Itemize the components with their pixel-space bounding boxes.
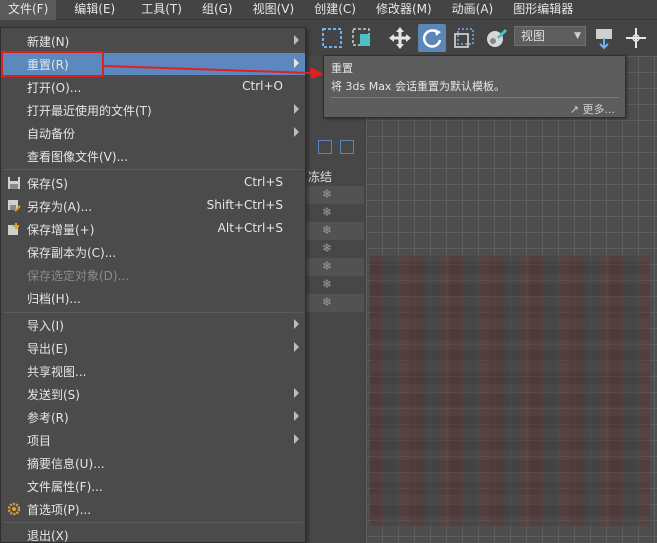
scene-explorer: 冻结 ❄ ❄ ❄ ❄ ❄ ❄ ❄ <box>306 56 364 543</box>
scene-geometry <box>370 256 650 526</box>
menu-item-export[interactable]: 导出(E) <box>1 337 305 359</box>
main-toolbar: 视图 ▼ <box>306 20 657 56</box>
freeze-column-header[interactable]: 冻结 <box>306 168 364 186</box>
menu-item-view-image[interactable]: 查看图像文件(V)... <box>1 145 305 167</box>
menu-item-project[interactable]: 项目 <box>1 429 305 451</box>
menu-create[interactable]: 创建(C) <box>306 0 364 20</box>
rotate-icon[interactable] <box>418 24 446 52</box>
menu-graph-editors[interactable]: 图形编辑器 <box>505 0 581 20</box>
menu-item-file-properties[interactable]: 文件属性(F)... <box>1 475 305 497</box>
list-item[interactable]: ❄ <box>306 276 364 294</box>
save-icon <box>7 176 21 190</box>
list-item[interactable]: ❄ <box>306 240 364 258</box>
tooltip-title: 重置 <box>331 62 353 75</box>
select-region-icon[interactable] <box>318 24 346 52</box>
list-item[interactable]: ❄ <box>306 294 364 312</box>
menu-item-share-view[interactable]: 共享视图... <box>1 360 305 382</box>
menu-item-exit[interactable]: 退出(X) <box>1 524 305 543</box>
external-link-icon: ↗ <box>569 103 583 116</box>
reference-coordinate-select[interactable]: 视图 ▼ <box>514 26 586 46</box>
menu-item-save-as[interactable]: 另存为(A)... Shift+Ctrl+S <box>1 195 305 217</box>
place-icon[interactable] <box>482 24 510 52</box>
panel-sort-icon[interactable] <box>318 140 332 154</box>
menu-item-save-incremental[interactable]: 保存增量(+) Alt+Ctrl+S <box>1 218 305 240</box>
snap-icon[interactable] <box>622 24 650 52</box>
menu-item-reference[interactable]: 参考(R) <box>1 406 305 428</box>
menu-item-save[interactable]: 保存(S) Ctrl+S <box>1 172 305 194</box>
window-crossing-icon[interactable] <box>348 24 376 52</box>
menu-file[interactable]: 文件(F) <box>0 0 57 20</box>
menu-modifiers[interactable]: 修改器(M) <box>368 0 440 20</box>
menu-item-open-recent[interactable]: 打开最近使用的文件(T) <box>1 99 305 121</box>
reset-tooltip: 重置 将 3ds Max 会话重置为默认模板。 ↗ 更多... <box>323 55 626 118</box>
annotation-highlight-box <box>1 51 104 77</box>
menu-group[interactable]: 组(G) <box>194 0 241 20</box>
list-item[interactable]: ❄ <box>306 186 364 204</box>
menubar: 文件(F) 编辑(E) 工具(T) 组(G) 视图(V) 创建(C) 修改器(M… <box>0 0 657 20</box>
menu-divider <box>3 169 303 170</box>
save-as-icon <box>7 199 21 213</box>
tooltip-divider <box>331 97 619 98</box>
menu-item-preferences[interactable]: 首选项(P)... <box>1 498 305 520</box>
menu-item-new[interactable]: 新建(N) <box>1 30 305 52</box>
menu-item-autobackup[interactable]: 自动备份 <box>1 122 305 144</box>
scale-icon[interactable] <box>450 24 478 52</box>
menu-item-import[interactable]: 导入(I) <box>1 314 305 336</box>
save-incremental-icon <box>7 222 21 236</box>
menu-divider <box>3 522 303 523</box>
menu-item-archive[interactable]: 归档(H)... <box>1 287 305 309</box>
list-item[interactable]: ❄ <box>306 222 364 240</box>
menu-animation[interactable]: 动画(A) <box>444 0 502 20</box>
menu-edit[interactable]: 编辑(E) <box>66 0 123 20</box>
panel-filter-icon[interactable] <box>340 140 354 154</box>
viewport[interactable] <box>366 56 657 543</box>
pivot-icon[interactable] <box>590 24 618 52</box>
menu-view[interactable]: 视图(V) <box>245 0 303 20</box>
tooltip-more-link[interactable]: ↗ 更多... <box>570 101 615 117</box>
menu-tools[interactable]: 工具(T) <box>133 0 190 20</box>
list-item[interactable]: ❄ <box>306 258 364 276</box>
menu-divider <box>3 312 303 313</box>
menu-item-send-to[interactable]: 发送到(S) <box>1 383 305 405</box>
tooltip-description: 将 3ds Max 会话重置为默认模板。 <box>331 80 505 93</box>
list-item[interactable]: ❄ <box>306 204 364 222</box>
menu-item-save-selected: 保存选定对象(D)... <box>27 269 130 283</box>
menu-item-save-copy[interactable]: 保存副本为(C)... <box>1 241 305 263</box>
menu-item-summary-info[interactable]: 摘要信息(U)... <box>1 452 305 474</box>
annotation-arrow-icon <box>103 65 324 79</box>
gear-icon <box>7 502 21 516</box>
file-menu: 新建(N) 重置(R) 打开(O)... Ctrl+O 打开最近使用的文件(T) … <box>0 27 306 543</box>
move-icon[interactable] <box>386 24 414 52</box>
